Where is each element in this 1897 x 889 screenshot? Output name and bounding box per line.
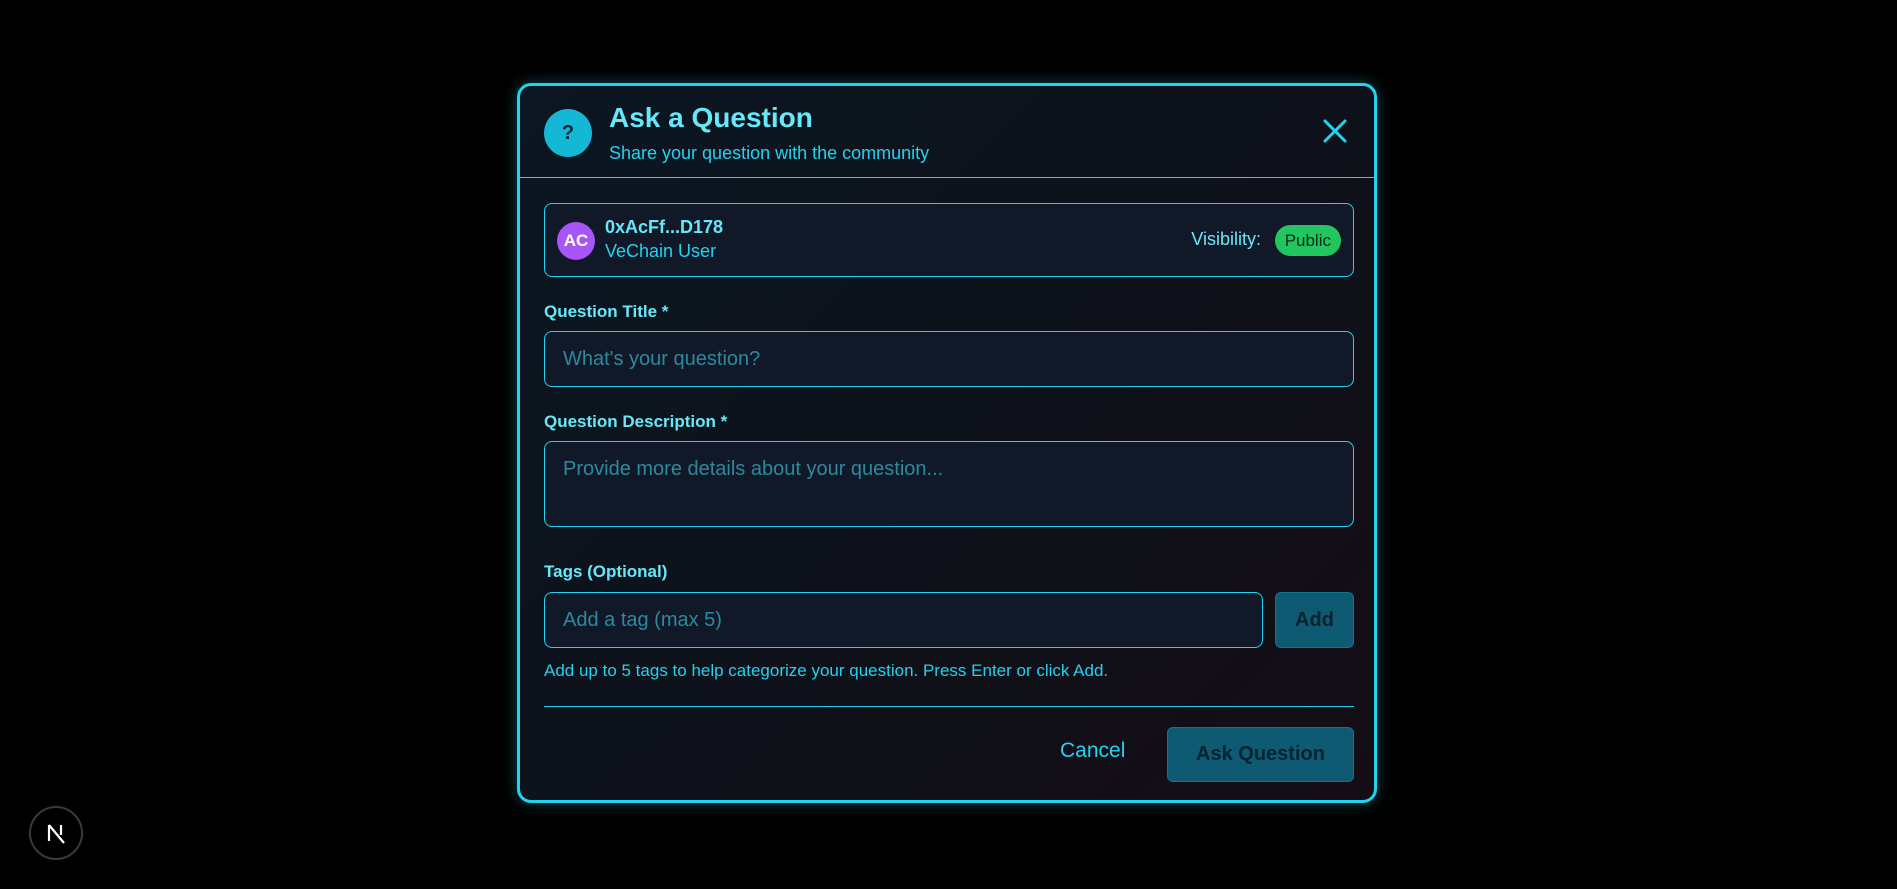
user-info-card: AC 0xAcFf...D178 VeChain User Visibility… [544, 203, 1354, 277]
question-description-textarea[interactable] [544, 441, 1354, 527]
question-title-input[interactable] [544, 331, 1354, 387]
avatar: AC [557, 222, 595, 260]
tag-input[interactable] [544, 592, 1263, 648]
user-address: 0xAcFf...D178 [605, 217, 724, 237]
tags-helper-text: Add up to 5 tags to help categorize your… [544, 661, 1109, 680]
question-description-label: Question Description * [544, 412, 728, 431]
tags-label: Tags (Optional) [544, 562, 668, 581]
user-role: VeChain User [605, 241, 717, 261]
close-button[interactable] [1320, 116, 1350, 146]
add-tag-button[interactable]: Add [1275, 592, 1354, 648]
modal-header: ? Ask a Question Share your question wit… [520, 86, 1374, 178]
cancel-button[interactable]: Cancel [1060, 739, 1125, 763]
visibility-label: Visibility: [1191, 229, 1261, 249]
footer-divider [544, 706, 1354, 707]
question-title-label: Question Title * [544, 302, 669, 321]
ask-question-button[interactable]: Ask Question [1167, 727, 1354, 782]
modal-title: Ask a Question [609, 102, 813, 133]
nextjs-logo-icon [47, 824, 65, 844]
question-mark-icon: ? [544, 109, 592, 157]
modal-subtitle: Share your question with the community [609, 143, 930, 163]
ask-question-modal: ? Ask a Question Share your question wit… [517, 83, 1377, 803]
close-icon [1323, 119, 1347, 143]
dev-tools-badge[interactable] [29, 806, 83, 860]
visibility-badge: Public [1274, 225, 1341, 256]
